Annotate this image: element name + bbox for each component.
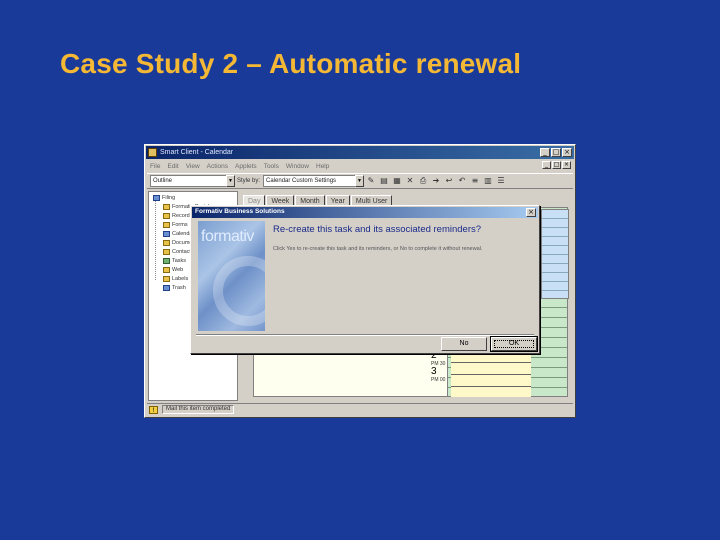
grid-icon[interactable]: ▥ bbox=[483, 176, 493, 186]
style-combo[interactable]: Calendar Custom Settings ▼ bbox=[263, 175, 365, 187]
brand-swoosh-icon bbox=[213, 256, 265, 326]
brand-panel: formativ bbox=[198, 221, 265, 331]
mdi-restore-button[interactable]: □ bbox=[552, 161, 561, 169]
print-icon[interactable]: ⎙ bbox=[418, 176, 428, 186]
ok-button[interactable]: OK bbox=[491, 337, 537, 351]
menu-edit[interactable]: Edit bbox=[167, 163, 178, 170]
menu-icon[interactable]: ≡ bbox=[470, 176, 480, 186]
mdi-close-button[interactable]: × bbox=[562, 161, 571, 169]
view-combo[interactable]: Outline ▼ bbox=[150, 175, 235, 187]
tree-item-web[interactable]: Web bbox=[163, 267, 183, 273]
cabinet-icon bbox=[153, 195, 160, 201]
chevron-down-icon[interactable]: ▼ bbox=[226, 175, 235, 187]
forward-icon[interactable]: ➔ bbox=[431, 176, 441, 186]
delete-icon[interactable]: ✕ bbox=[405, 176, 415, 186]
undo-icon[interactable]: ↶ bbox=[457, 176, 467, 186]
style-combo-value: Calendar Custom Settings bbox=[266, 178, 337, 184]
calendar-icon bbox=[163, 231, 170, 237]
tree-item-trash[interactable]: Trash bbox=[163, 285, 186, 291]
chevron-down-icon[interactable]: ▼ bbox=[355, 175, 365, 187]
warning-icon: ! bbox=[149, 405, 158, 414]
reply-icon[interactable]: ↩ bbox=[444, 176, 454, 186]
day-column[interactable] bbox=[451, 351, 531, 397]
no-button[interactable]: No bbox=[441, 337, 487, 351]
app-titlebar[interactable]: Smart Client - Calendar _ □ × bbox=[146, 146, 574, 159]
folder-icon bbox=[163, 267, 170, 273]
menu-window[interactable]: Window bbox=[286, 163, 309, 170]
maximize-button[interactable]: □ bbox=[551, 148, 561, 157]
dialog-detail: Click Yes to re-create this task and its… bbox=[273, 246, 483, 252]
status-bar: ! Mail this item completed bbox=[147, 403, 573, 415]
toolbar: Outline ▼ Style by: Calendar Custom Sett… bbox=[147, 173, 573, 189]
menu-actions[interactable]: Actions bbox=[207, 163, 228, 170]
mdi-minimize-button[interactable]: _ bbox=[542, 161, 551, 169]
trash-icon bbox=[163, 285, 170, 291]
list-icon[interactable]: ☰ bbox=[496, 176, 506, 186]
minimize-button[interactable]: _ bbox=[540, 148, 550, 157]
dialog-title: Formativ Business Solutions bbox=[195, 208, 285, 215]
new-icon[interactable]: ✎ bbox=[366, 176, 376, 186]
folder-icon bbox=[163, 249, 170, 255]
tree-item-tasks[interactable]: Tasks bbox=[163, 258, 186, 264]
folder-icon bbox=[163, 276, 170, 282]
folder-icon bbox=[163, 213, 170, 219]
tree-root[interactable]: Filing bbox=[153, 195, 175, 201]
calendar-mini-pane[interactable] bbox=[541, 209, 569, 299]
slide-title: Case Study 2 – Automatic renewal bbox=[60, 48, 522, 79]
menu-file[interactable]: File bbox=[150, 163, 160, 170]
dialog-separator bbox=[196, 334, 534, 336]
folder-icon bbox=[163, 240, 170, 246]
task-icon bbox=[163, 258, 170, 264]
tree-item-forms[interactable]: Forms bbox=[163, 222, 188, 228]
tree-connector bbox=[155, 200, 156, 280]
dialog-titlebar[interactable]: Formativ Business Solutions × bbox=[192, 207, 538, 218]
menu-bar: File Edit View Actions Applets Tools Win… bbox=[147, 160, 573, 172]
status-text: Mail this item completed bbox=[162, 405, 235, 414]
app-icon bbox=[148, 148, 157, 157]
renewal-dialog: Formativ Business Solutions × formativ R… bbox=[190, 205, 540, 354]
menu-tools[interactable]: Tools bbox=[264, 163, 279, 170]
brand-logo: formativ bbox=[201, 228, 254, 245]
close-button[interactable]: × bbox=[562, 148, 572, 157]
dialog-question: Re-create this task and its associated r… bbox=[273, 224, 482, 235]
dialog-close-icon[interactable]: × bbox=[526, 208, 536, 217]
view-combo-value: Outline bbox=[153, 178, 173, 184]
style-label: Style by: bbox=[237, 178, 261, 184]
menu-help[interactable]: Help bbox=[316, 163, 329, 170]
save-icon[interactable]: ▦ bbox=[392, 176, 402, 186]
menu-view[interactable]: View bbox=[186, 163, 200, 170]
open-icon[interactable]: ▤ bbox=[379, 176, 389, 186]
tree-item-records[interactable]: Records bbox=[163, 213, 192, 219]
tree-item-labels[interactable]: Labels bbox=[163, 276, 188, 282]
folder-icon bbox=[163, 222, 170, 228]
folder-icon bbox=[163, 204, 170, 210]
menu-applets[interactable]: Applets bbox=[235, 163, 257, 170]
app-title: Smart Client - Calendar bbox=[160, 149, 234, 156]
